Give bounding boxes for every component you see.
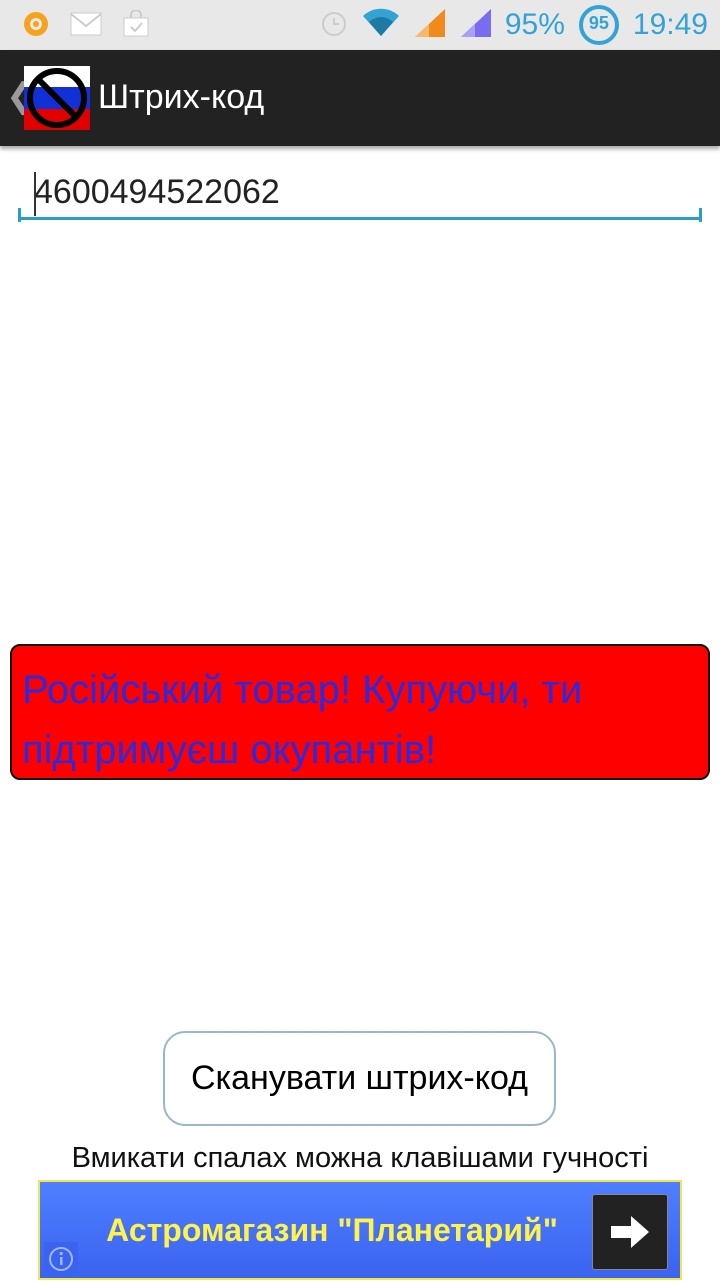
arrow-right-icon[interactable]: [592, 1194, 668, 1270]
text-caret: [34, 172, 36, 216]
battery-percent: 95%: [504, 8, 565, 41]
warning-box: Російський товар! Купуючи, ти підтримуєш…: [10, 644, 710, 780]
ad-text[interactable]: Астромагазин "Планетарий": [52, 1212, 612, 1249]
input-edge-left: [18, 208, 21, 222]
status-bar: 95% 95 19:49: [0, 0, 720, 50]
mail-icon: [70, 12, 102, 41]
ad-banner[interactable]: Астромагазин "Планетарий": [38, 1180, 682, 1280]
notification-icons: [22, 9, 150, 43]
battery-ring-icon: 95: [577, 3, 621, 47]
signal-icon: [459, 7, 493, 44]
barcode-input[interactable]: [18, 168, 702, 220]
info-icon[interactable]: [44, 1242, 78, 1276]
signal-icon: [413, 7, 447, 44]
action-bar: ❮ Штрих-код: [0, 50, 720, 146]
alarm-icon: [319, 8, 349, 43]
battery-ring-value: 95: [588, 13, 609, 33]
input-edge-right: [699, 208, 702, 222]
scan-barcode-button[interactable]: Сканувати штрих-код: [163, 1031, 556, 1126]
clock: 19:49: [632, 8, 708, 41]
app-notification-icon: [22, 10, 50, 43]
no-russia-flag-icon[interactable]: [24, 66, 90, 130]
warning-text: Російський товар! Купуючи, ти підтримуєш…: [22, 668, 583, 772]
bag-icon: [122, 9, 150, 43]
wifi-icon: [361, 8, 401, 43]
page-title: Штрих-код: [98, 78, 265, 116]
flash-hint-text: Вмикати спалах можна клавішами гучності: [71, 1142, 649, 1174]
